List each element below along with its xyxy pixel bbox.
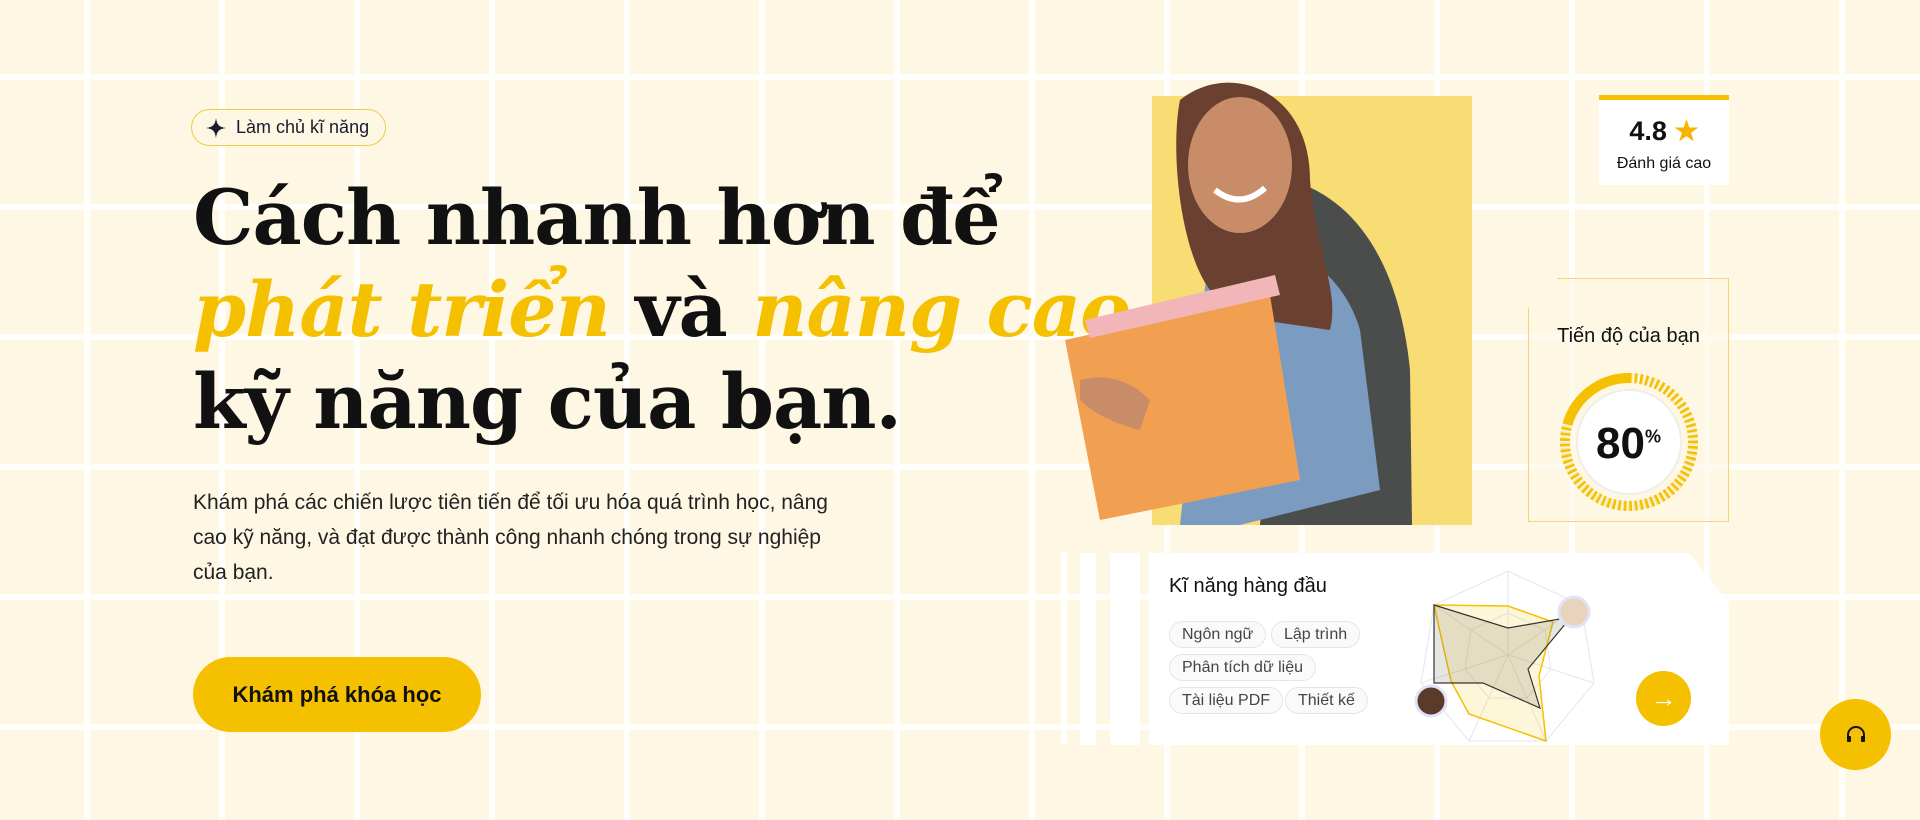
skills-title: Kĩ năng hàng đầu <box>1169 575 1327 597</box>
skill-tag[interactable]: Tài liệu PDF <box>1169 687 1284 714</box>
rating-card: 4.8 ★ Đánh giá cao <box>1599 95 1729 185</box>
progress-value: 80 <box>1596 419 1645 468</box>
skill-tag[interactable]: Ngôn ngữ <box>1169 621 1267 648</box>
skills-radar-chart <box>1414 570 1595 743</box>
arrow-right-icon: → <box>1650 683 1677 713</box>
rating-value: 4.8 <box>1629 116 1667 146</box>
user-avatar <box>1414 684 1448 718</box>
title-line-1: Cách nhanh hơn để <box>193 173 1001 262</box>
decor-stripe <box>1061 553 1067 745</box>
sparkle-icon <box>206 117 226 138</box>
headset-icon <box>1846 725 1865 742</box>
next-arrow-button[interactable]: → <box>1636 671 1691 726</box>
rating-label: Đánh giá cao <box>1616 155 1712 172</box>
hero-description: Khám phá các chiến lược tiên tiến để tối… <box>193 491 828 584</box>
student-photo <box>1065 82 1472 525</box>
skill-tag[interactable]: Lập trình <box>1271 621 1361 648</box>
title-accent-1: phát triển <box>193 265 611 354</box>
user-avatar <box>1557 595 1591 629</box>
decor-stripe <box>1110 553 1140 745</box>
skill-tag[interactable]: Thiết kế <box>1285 687 1368 714</box>
page-title: Cách nhanh hơn để phát triển và nâng cao… <box>193 172 1131 448</box>
progress-title: Tiến độ của bạn <box>1557 325 1700 347</box>
support-button[interactable] <box>1820 699 1891 770</box>
title-line-3: kỹ năng của bạn. <box>193 357 902 446</box>
progress-value-row: 80% <box>1529 419 1728 469</box>
star-icon: ★ <box>1674 116 1699 146</box>
badge-label: Làm chủ kĩ năng <box>236 117 370 137</box>
explore-courses-button[interactable]: Khám phá khóa học <box>193 657 481 732</box>
progress-card: Tiến độ của bạn 80% <box>1528 278 1729 522</box>
skill-tag[interactable]: Phân tích dữ liệu <box>1169 654 1317 681</box>
progress-unit: % <box>1644 426 1661 447</box>
rating-value-row: 4.8 ★ <box>1599 116 1729 147</box>
title-mid: và <box>635 265 727 354</box>
decor-stripe <box>1080 553 1096 745</box>
skill-badge: Làm chủ kĩ năng <box>191 109 387 146</box>
